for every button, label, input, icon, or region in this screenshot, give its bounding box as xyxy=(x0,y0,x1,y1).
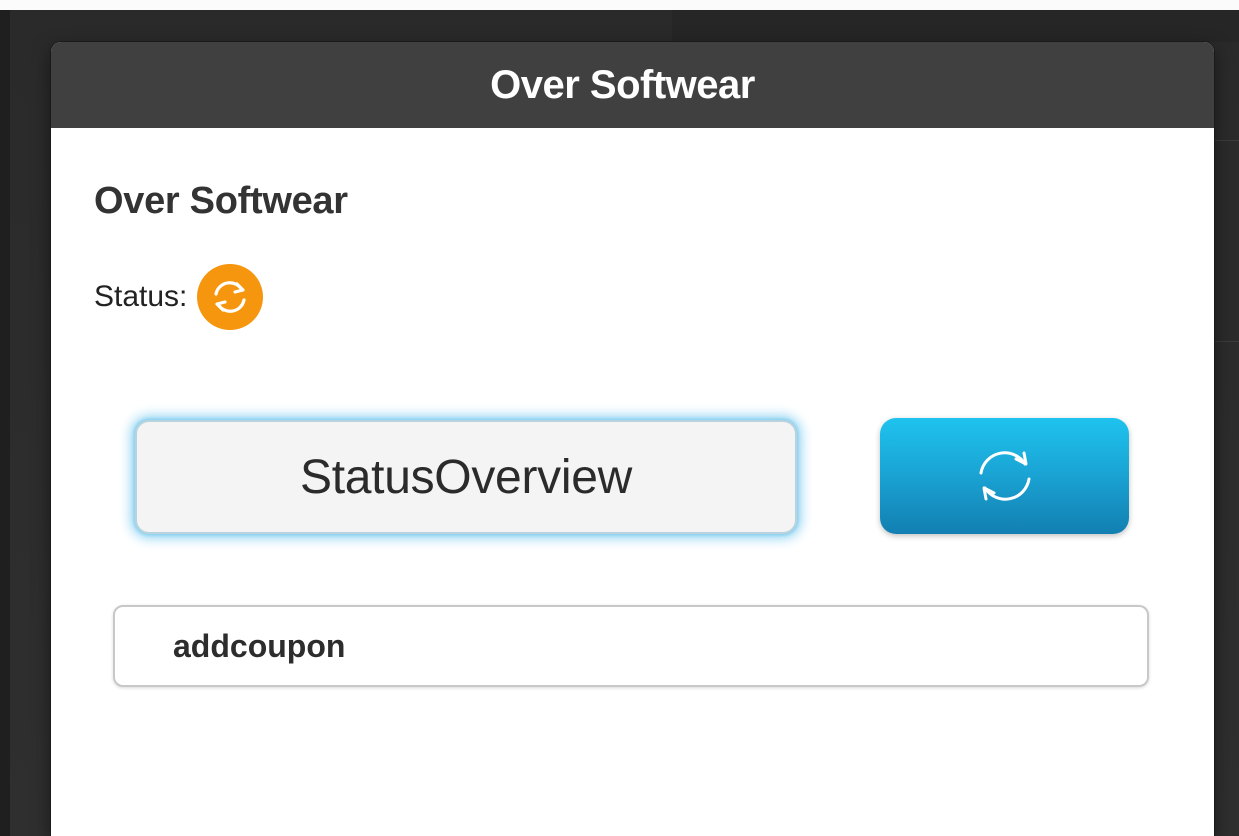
refresh-icon xyxy=(979,451,1030,501)
status-overview-button[interactable]: StatusOverview xyxy=(135,420,797,534)
app-window: Over Softwear Over Softwear Status: Stat… xyxy=(51,42,1214,836)
background-window-top xyxy=(672,10,1239,42)
coupon-field[interactable]: addcoupon xyxy=(113,605,1149,687)
window-title: Over Softwear xyxy=(490,62,755,107)
content-area: Over Softwear Status: StatusOverview add… xyxy=(51,128,1214,836)
refresh-button[interactable] xyxy=(880,418,1129,534)
status-overview-label: StatusOverview xyxy=(300,450,632,504)
background-window-edge xyxy=(1214,140,1239,342)
screen-left-edge xyxy=(0,10,10,836)
title-bar: Over Softwear xyxy=(51,42,1214,128)
screen-top-edge xyxy=(0,0,1239,10)
status-row: Status: xyxy=(94,264,264,330)
coupon-value: addcoupon xyxy=(173,627,346,664)
sync-icon xyxy=(197,264,264,330)
status-label: Status: xyxy=(94,280,188,313)
page-title: Over Softwear xyxy=(94,180,348,222)
